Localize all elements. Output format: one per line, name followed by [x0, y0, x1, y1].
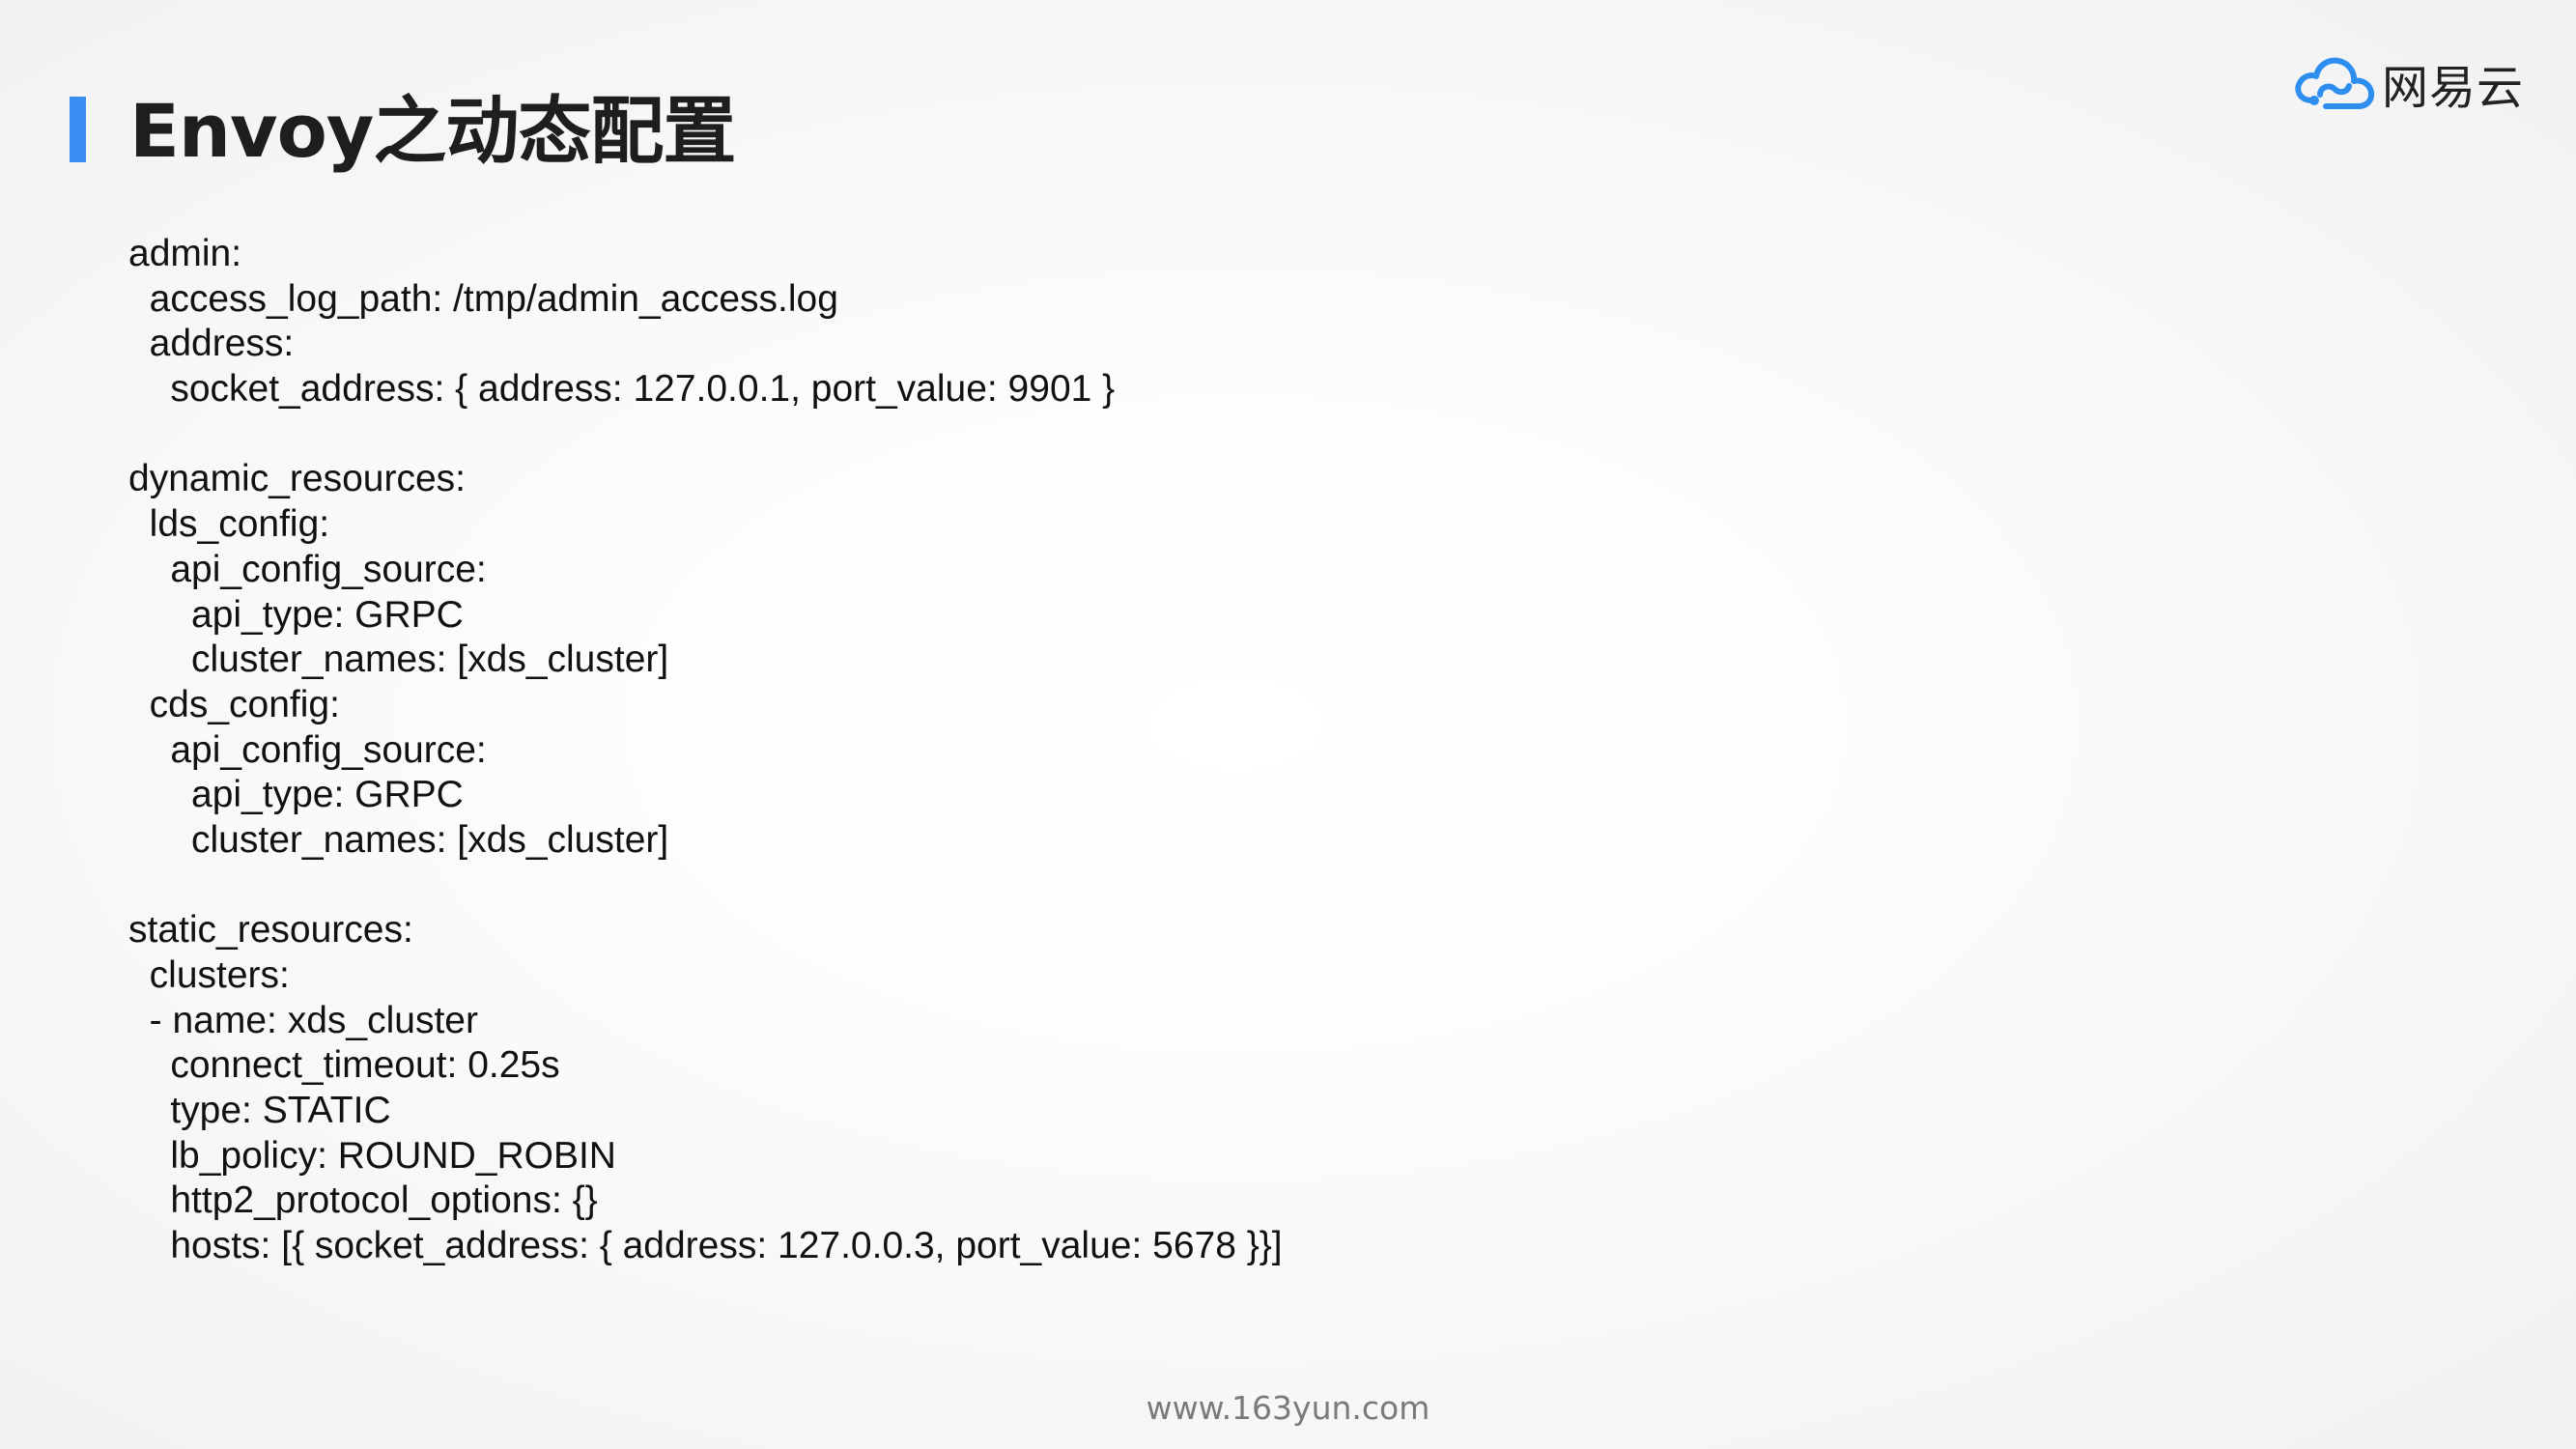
code-line: static_resources:	[128, 909, 413, 952]
title-accent-bar	[70, 97, 86, 162]
netease-cloud-icon	[2295, 57, 2375, 109]
code-line: dynamic_resources:	[128, 458, 466, 500]
code-line: api_config_source:	[128, 548, 487, 590]
code-line: admin:	[128, 233, 242, 274]
code-line: cluster_names: [xds_cluster]	[128, 639, 669, 681]
code-line: api_config_source:	[128, 728, 487, 771]
footer-url: www.163yun.com	[1146, 1389, 1430, 1427]
brand-name: 网易云	[2382, 61, 2525, 115]
code-line: connect_timeout: 0.25s	[128, 1044, 560, 1087]
code-line: lds_config:	[128, 503, 330, 546]
code-line: access_log_path: /tmp/admin_access.log	[128, 277, 838, 320]
code-line: api_type: GRPC	[128, 774, 464, 816]
code-line: hosts: [{ socket_address: { address: 127…	[128, 1225, 1283, 1267]
code-line: - name: xds_cluster	[128, 999, 478, 1041]
slide-title: Envoy之动态配置	[129, 88, 736, 174]
code-line: cluster_names: [xds_cluster]	[128, 818, 669, 861]
brand-logo: 网易云	[2291, 48, 2524, 118]
code-line: address:	[128, 323, 295, 365]
code-line: type: STATIC	[128, 1090, 391, 1132]
code-block: admin: access_log_path: /tmp/admin_acces…	[128, 232, 1283, 1269]
code-line: http2_protocol_options: {}	[128, 1179, 598, 1222]
code-line: socket_address: { address: 127.0.0.1, po…	[128, 368, 1116, 411]
code-line: clusters:	[128, 954, 290, 996]
code-line: lb_policy: ROUND_ROBIN	[128, 1134, 616, 1177]
code-line: api_type: GRPC	[128, 593, 464, 636]
code-line: cds_config:	[128, 683, 340, 725]
